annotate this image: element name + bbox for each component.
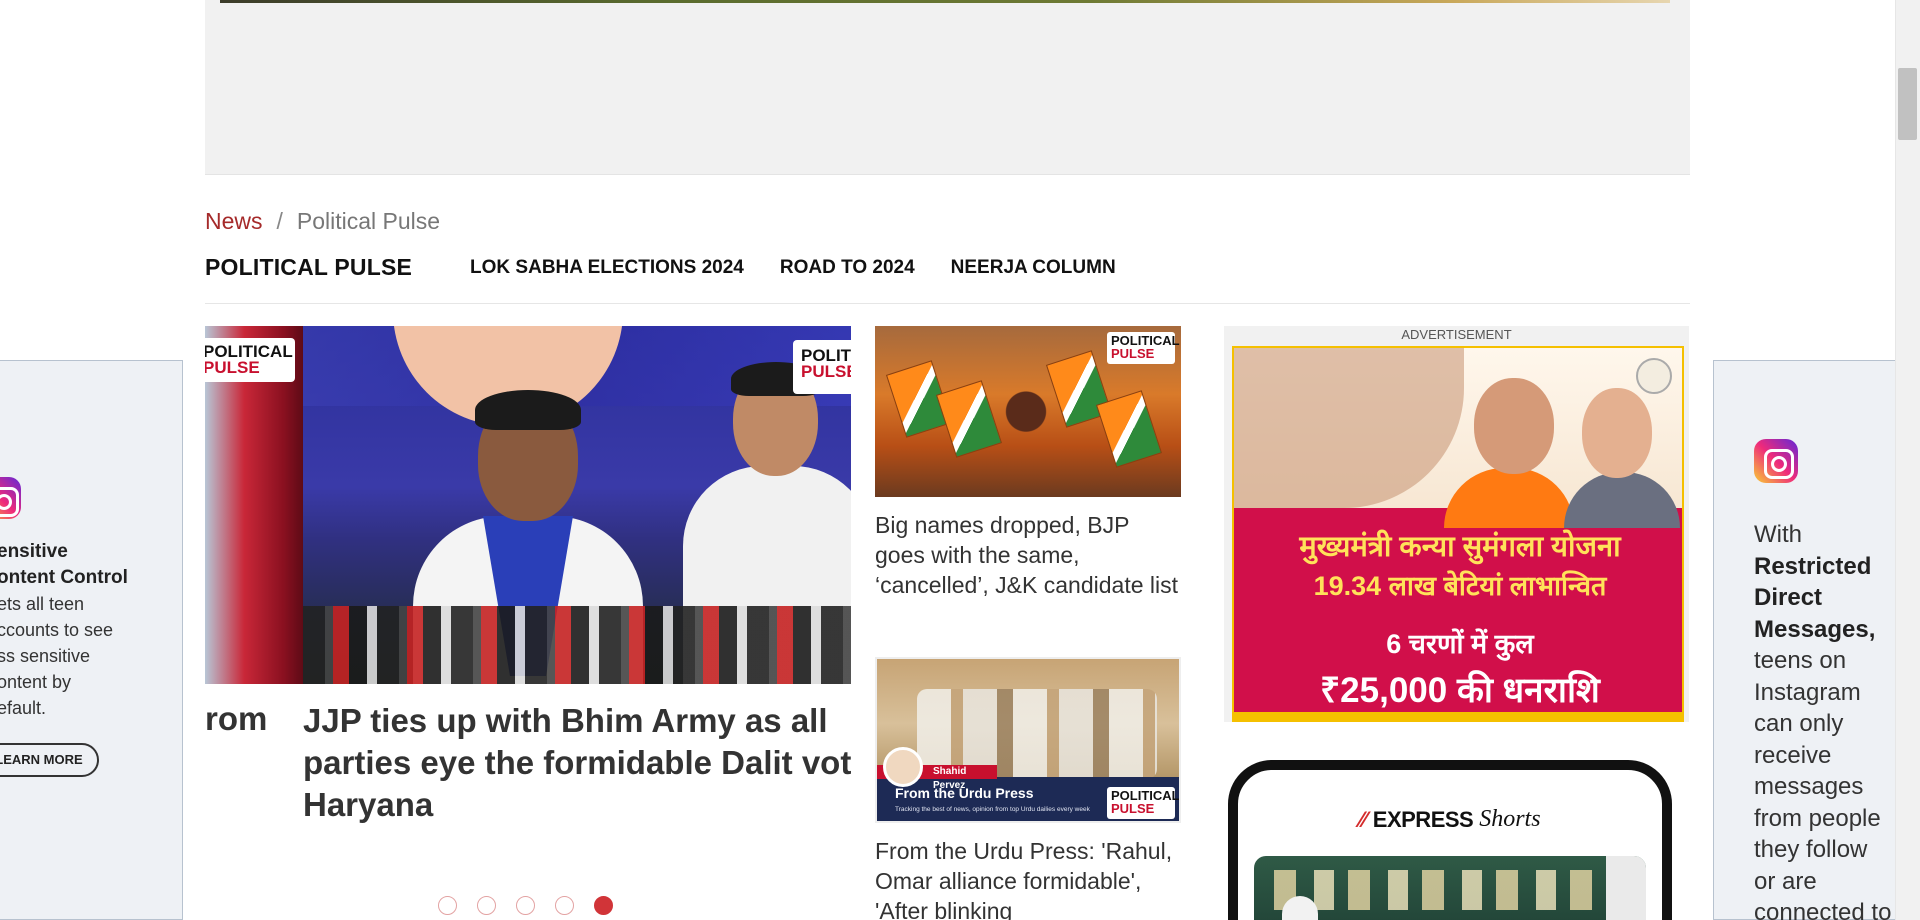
thumb-subtitle: Tracking the best of news, opinion from … (895, 806, 1090, 813)
right-ad-line: With (1754, 521, 1802, 548)
top-ad-image-edge (220, 0, 1670, 3)
story-title[interactable]: Big names dropped, BJP goes with the sam… (875, 510, 1181, 600)
previous-slide-headline[interactable]: rom (205, 700, 303, 738)
instagram-icon (0, 477, 21, 519)
political-pulse-badge: POLITICALPULSE (1107, 332, 1180, 364)
right-advertisement[interactable]: ADVERTISEMENT मुख्यमंत्री कन्या सुमंगला … (1224, 326, 1689, 722)
classroom-wall (1606, 856, 1646, 920)
ad-figure-face (1582, 388, 1652, 478)
top-advertisement[interactable] (205, 0, 1690, 175)
ad-line-1: मुख्यमंत्री कन्या सुमंगला योजना (1299, 531, 1621, 563)
page: News / Political Pulse POLITICAL PULSE L… (0, 0, 1920, 920)
right-ad-line: connected to (1754, 899, 1892, 920)
lead-story-headline-text: JJP ties up with Bhim Army as all partie… (303, 702, 851, 823)
ad-line-4: ₹25,000 की धनराशि (1320, 671, 1600, 710)
ad-line-2: 19.34 लाख बेटियां लाभान्वित (1313, 571, 1607, 601)
right-ad-text: With Restricted Direct Messages, teens o… (1754, 519, 1914, 920)
left-ad-body-line: ets all teen (0, 594, 85, 614)
left-ad-body-line: efault. (0, 698, 47, 718)
carousel-pagination (438, 896, 613, 915)
breadcrumb-current: Political Pulse (296, 208, 441, 234)
breadcrumb-separator: / (276, 208, 283, 234)
left-ad-body-line: ccounts to see (0, 620, 114, 640)
shorts-label: Shorts (1479, 806, 1541, 832)
lotus-icon (993, 372, 1059, 438)
right-ad-line: can only (1754, 710, 1844, 737)
express-brand: EXPRESS (1372, 806, 1474, 832)
badge-line2: PULSE (1111, 801, 1155, 816)
lead-story-carousel[interactable]: POLITICALPULSE POLITICALPULSE rom JJP ti… (205, 326, 851, 920)
left-ad-body-line: ss sensitive (0, 646, 91, 666)
lead-story-headline[interactable]: JJP ties up with Bhim Army as all partie… (303, 700, 851, 826)
left-ad-title-line1: ensitive (0, 541, 68, 562)
classroom-posters (1274, 870, 1634, 910)
story-thumbnail[interactable]: Shahid Pervez From the Urdu Press Tracki… (875, 657, 1181, 823)
express-shorts-logo: ⁄⁄ EXPRESS Shorts (1238, 806, 1662, 833)
breadcrumb-news-link[interactable]: News (205, 208, 263, 235)
nav-neerja-column[interactable]: NEERJA COLUMN (951, 252, 1116, 279)
story-card[interactable]: Shahid Pervez From the Urdu Press Tracki… (875, 657, 1181, 920)
ad-line-3: 6 चरणों में कुल (1386, 629, 1534, 659)
right-ad-line: from people (1754, 804, 1881, 832)
left-ad-body-line: ontent by (0, 672, 72, 692)
shorts-video-thumbnail[interactable] (1254, 856, 1646, 920)
ad-stripe (1234, 712, 1682, 720)
right-ad-line: Direct (1754, 584, 1823, 611)
ad-banner-image[interactable]: मुख्यमंत्री कन्या सुमंगला योजना 19.34 ला… (1232, 346, 1684, 722)
flag-shape (1095, 390, 1163, 468)
nav-road-to-2024[interactable]: ROAD TO 2024 (780, 252, 915, 279)
breadcrumb: News / Political Pulse (205, 208, 440, 235)
carousel-dot-2[interactable] (477, 896, 496, 915)
story-thumbnail[interactable]: POLITICAL PULSE (875, 326, 1181, 497)
advertisement-label: ADVERTISEMENT (1401, 327, 1512, 342)
right-ad-line: Instagram (1754, 678, 1861, 706)
ad-figure-face (1474, 378, 1554, 474)
thumb-title: From the Urdu Press (895, 785, 1034, 801)
carousel-dot-5-active[interactable] (594, 896, 613, 915)
carousel-dot-4[interactable] (555, 896, 574, 915)
author-avatar (883, 747, 923, 787)
story-card[interactable]: POLITICAL PULSE Big names dropped, BJP go… (875, 326, 1181, 600)
badge-line2: PULSE (1111, 346, 1155, 361)
previous-slide-image[interactable]: POLITICAL PULSE (205, 326, 303, 684)
instagram-icon (1754, 439, 1798, 483)
right-ad-line: or are (1754, 867, 1817, 895)
express-logo-icon: ⁄⁄ (1359, 806, 1367, 832)
left-ad-text: ensitive ontent Control ets all teen cco… (0, 539, 187, 721)
story-title[interactable]: From the Urdu Press: 'Rahul, Omar allian… (875, 836, 1181, 920)
right-ad-line: messages (1754, 773, 1864, 800)
political-pulse-badge: POLITICALPULSE (1107, 787, 1179, 819)
nav-lok-sabha-elections-2024[interactable]: LOK SABHA ELECTIONS 2024 (470, 252, 744, 279)
express-shorts-widget[interactable]: ⁄⁄ EXPRESS Shorts (1228, 760, 1672, 920)
learn-more-button[interactable]: LEARN MORE (0, 743, 99, 777)
carousel-dot-1[interactable] (438, 896, 457, 915)
right-ad-line: receive (1754, 741, 1832, 769)
political-pulse-badge: POLITICALPULSE (793, 340, 851, 394)
microphones (303, 606, 851, 684)
political-pulse-badge: POLITICALPULSE (205, 338, 295, 382)
section-title[interactable]: POLITICAL PULSE (205, 252, 412, 281)
state-emblem-icon (1636, 358, 1672, 394)
badge-line2: PULSE (205, 358, 260, 377)
right-ad-line: Restricted (1754, 552, 1872, 580)
right-ad-line: they follow (1754, 836, 1868, 863)
right-ad-line: Messages, (1754, 615, 1876, 643)
left-side-advertisement[interactable]: ensitive ontent Control ets all teen cco… (0, 360, 183, 920)
carousel-dot-3[interactable] (516, 896, 535, 915)
left-ad-title-line2: ontent Control (0, 567, 128, 588)
lead-story-image[interactable]: POLITICALPULSE (303, 326, 851, 684)
section-nav: POLITICAL PULSE LOK SABHA ELECTIONS 2024… (205, 252, 1690, 304)
right-side-advertisement[interactable]: With Restricted Direct Messages, teens o… (1713, 360, 1913, 920)
scrollbar-thumb[interactable] (1898, 68, 1917, 140)
badge-line2: PULSE (801, 362, 851, 381)
right-ad-line: teens on (1754, 647, 1847, 674)
